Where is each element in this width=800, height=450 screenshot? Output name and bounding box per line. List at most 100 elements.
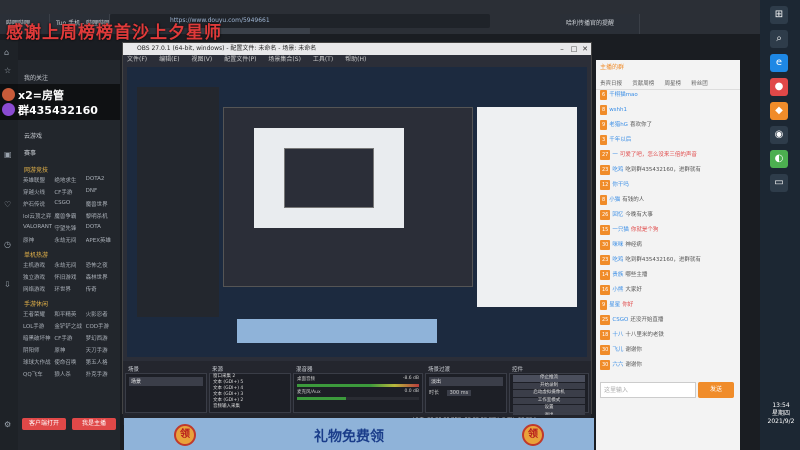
control-button[interactable]: 开始录制 (513, 382, 585, 389)
sidebar-category-item[interactable]: 梦幻西游 (86, 334, 115, 342)
menu-item[interactable]: 配置文件(P) (224, 56, 256, 63)
folder-icon[interactable]: ▭ (770, 174, 788, 192)
menu-item[interactable]: 视图(V) (191, 56, 212, 63)
sidebar-category-item[interactable]: 火影忍者 (86, 310, 115, 318)
star-icon[interactable]: ☆ (4, 66, 14, 76)
menu-item[interactable]: 编辑(E) (159, 56, 179, 63)
home-icon[interactable]: ⌂ (4, 48, 14, 58)
clock-icon[interactable]: ◷ (4, 240, 14, 250)
sidebar-category-item[interactable]: QQ飞车 (23, 370, 52, 378)
tab-vip-daily[interactable]: 贵宾日报 (600, 81, 622, 87)
search-icon[interactable]: ⌕ (770, 30, 788, 48)
sidebar-category-item[interactable]: 穿越火线 (23, 188, 52, 196)
sidebar-category-item[interactable]: 王者荣耀 (23, 310, 52, 318)
menu-item[interactable]: 文件(F) (127, 56, 147, 63)
tab-weekly-contribution[interactable]: 贡献周榜 (632, 81, 654, 87)
minimize-icon[interactable]: – (557, 45, 567, 53)
chat-username[interactable]: 老猎hG (609, 122, 628, 128)
sidebar-item-cloud-game[interactable]: 云游戏 (24, 131, 120, 140)
maximize-icon[interactable]: □ (569, 45, 579, 53)
sidebar-category-item[interactable]: 恐怖之夜 (86, 261, 115, 269)
control-button[interactable]: 工作室模式 (513, 397, 585, 404)
sidebar-category-item[interactable]: 原神 (54, 346, 83, 354)
sidebar-category-item[interactable]: 环世界 (54, 285, 83, 293)
sidebar-category-item[interactable]: lol云顶之弈 (23, 212, 52, 220)
sidebar-category-item[interactable]: 魔兽争霸 (54, 212, 83, 220)
sidebar-category-item[interactable]: 暗黑破坏神 (23, 334, 52, 342)
gift-banner[interactable]: 领 礼物免费领 领 (124, 418, 594, 450)
sidebar-category-item[interactable]: 炉石传说 (23, 200, 52, 208)
chat-username[interactable]: 十八 (612, 332, 623, 338)
sidebar-category-item[interactable]: 永劫无间 (54, 236, 83, 244)
sidebar-item-esports[interactable]: 赛事 (24, 148, 120, 157)
close-icon[interactable]: ✕ (580, 45, 590, 53)
tab-fan-club[interactable]: 粉丝团 (691, 81, 708, 87)
sidebar-category-item[interactable]: 第五人格 (86, 358, 115, 366)
sidebar-category-item[interactable]: 英雄联盟 (23, 176, 52, 184)
heart-icon[interactable]: ♡ (4, 200, 14, 210)
download-icon[interactable]: ⇩ (4, 280, 14, 290)
sidebar-category-item[interactable]: CF手游 (54, 334, 83, 342)
chat-username[interactable]: 小熊 (612, 287, 623, 293)
chat-username[interactable]: 一 (612, 152, 618, 158)
open-client-button[interactable]: 客户端打开 (22, 418, 66, 430)
sidebar-category-item[interactable]: 黎明杀机 (86, 212, 115, 220)
send-button[interactable]: 发送 (698, 382, 734, 398)
scene-item[interactable]: 场景 (129, 377, 203, 386)
sidebar-category-item[interactable]: VALORANT (23, 224, 52, 232)
transition-select[interactable]: 淡出 (429, 377, 503, 386)
taskbar-clock[interactable]: 13:54 星期四 2021/9/2 (764, 402, 798, 426)
app-icon[interactable]: ● (770, 78, 788, 96)
chat-username[interactable]: 吃鸡 (612, 167, 623, 173)
sidebar-category-item[interactable]: 使命召唤 (54, 358, 83, 366)
sidebar-item-follow[interactable]: 我的关注 (24, 73, 120, 82)
chat-input[interactable]: 这里输入 (600, 382, 696, 398)
menu-item[interactable]: 帮助(H) (345, 56, 366, 63)
sidebar-category-item[interactable]: 永劫无间 (54, 261, 83, 269)
sidebar-category-item[interactable]: 网络游戏 (23, 285, 52, 293)
sidebar-category-item[interactable]: CSGO (54, 200, 83, 208)
chat-username[interactable]: 贵族 (612, 272, 623, 278)
sidebar-category-item[interactable]: 独立游戏 (23, 273, 52, 281)
i-am-streamer-button[interactable]: 我是主播 (72, 418, 116, 430)
chat-username[interactable]: 一只猫 (612, 227, 629, 233)
chat-username[interactable]: 你干吗 (612, 182, 629, 188)
edge-icon[interactable]: e (770, 54, 788, 72)
sidebar-category-item[interactable]: 魔兽世界 (86, 200, 115, 208)
source-item[interactable]: 音频输入采集 (210, 404, 290, 410)
chat-username[interactable]: CSGO (612, 317, 628, 323)
settings-icon[interactable]: ⚙ (4, 420, 14, 430)
sidebar-category-item[interactable]: 和平精英 (54, 310, 83, 318)
chat-username[interactable]: 回忆 (612, 212, 623, 218)
douyu-icon[interactable]: ◆ (770, 102, 788, 120)
chat-username[interactable]: 千栩猫mao (609, 92, 638, 98)
streamer-notice[interactable]: 主播的群 (600, 64, 624, 71)
control-button[interactable]: 设置 (513, 405, 585, 412)
sidebar-category-item[interactable]: 阴阳师 (23, 346, 52, 354)
browser-tab[interactable]: 哈利传播官的提醒 (560, 14, 640, 34)
chat-username[interactable]: 星星 (609, 302, 620, 308)
chat-username[interactable]: 六六 (612, 362, 623, 368)
sidebar-category-item[interactable]: 球球大作战 (23, 358, 52, 366)
video-icon[interactable]: ▣ (4, 150, 14, 160)
sidebar-category-item[interactable]: 天刀手游 (86, 346, 115, 354)
sidebar-category-item[interactable]: DOTA (86, 224, 115, 232)
windows-start-icon[interactable]: ⊞ (770, 6, 788, 24)
sidebar-category-item[interactable]: COD手游 (86, 322, 115, 330)
sidebar-category-item[interactable]: 传奇 (86, 285, 115, 293)
duration-input[interactable]: 300 ms (446, 390, 472, 396)
sidebar-category-item[interactable]: DNF (86, 188, 115, 196)
chat-username[interactable]: 吃鸡 (612, 257, 623, 263)
chat-username[interactable]: 千年以后 (609, 137, 631, 143)
sidebar-category-item[interactable]: 金铲铲之战 (54, 322, 83, 330)
sidebar-category-item[interactable]: LOL手游 (23, 322, 52, 330)
sidebar-category-item[interactable]: 怀旧游戏 (54, 273, 83, 281)
control-button[interactable]: 启动虚拟摄像机 (513, 390, 585, 397)
sidebar-category-item[interactable]: 森林世界 (86, 273, 115, 281)
menu-item[interactable]: 场景集合(S) (268, 56, 301, 63)
sidebar-category-item[interactable]: 绝地求生 (54, 176, 83, 184)
tab-week-star[interactable]: 周星榜 (665, 81, 682, 87)
obs-preview[interactable] (127, 67, 587, 357)
sidebar-category-item[interactable]: 扑克手游 (86, 370, 115, 378)
chat-username[interactable]: 飞儿 (612, 347, 623, 353)
